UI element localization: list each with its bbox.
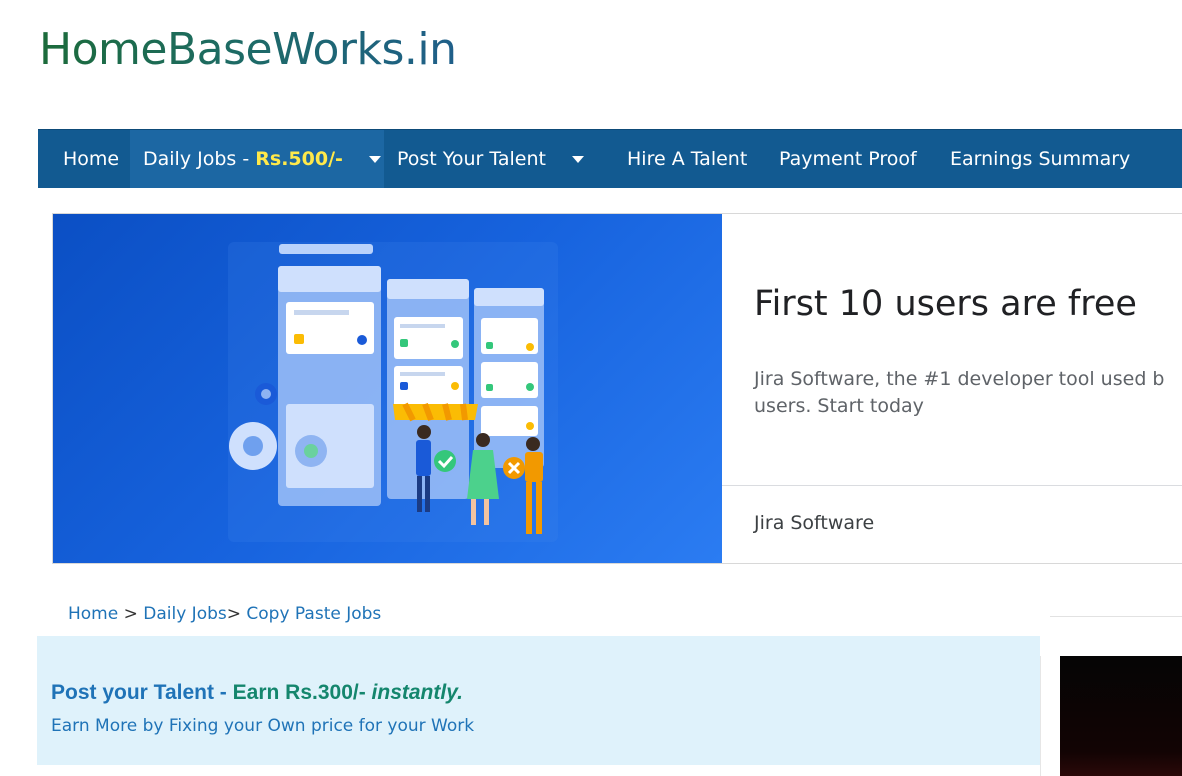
kanban-board-illustration [228, 242, 558, 542]
breadcrumb: Home > Daily Jobs> Copy Paste Jobs [68, 604, 381, 624]
nav-item-post-your-talent[interactable]: Post Your Talent [384, 130, 597, 188]
nav-item-earnings-summary[interactable]: Earnings Summary [937, 130, 1143, 188]
breadcrumb-separator: > [226, 604, 241, 624]
ad-advertiser-name[interactable]: Jira Software [754, 512, 874, 534]
promo-title-part3: instantly. [371, 681, 463, 704]
breadcrumb-separator: > [123, 604, 138, 624]
ad-divider [722, 485, 1182, 486]
nav-item-daily-jobs-label: Daily Jobs - [143, 148, 256, 170]
sidebar-video-ad[interactable] [1060, 656, 1182, 776]
ad-banner[interactable]: First 10 users are free Jira Software, t… [52, 213, 1182, 564]
breadcrumb-current-link[interactable]: Copy Paste Jobs [246, 604, 381, 624]
promo-subtitle[interactable]: Earn More by Fixing your Own price for y… [51, 716, 474, 736]
nav-item-payment-proof[interactable]: Payment Proof [766, 130, 930, 188]
chevron-down-icon[interactable] [368, 156, 381, 163]
ad-description[interactable]: Jira Software, the #1 developer tool use… [754, 366, 1182, 420]
breadcrumb-home-link[interactable]: Home [68, 604, 118, 624]
ad-headline[interactable]: First 10 users are free [754, 284, 1137, 324]
nav-item-daily-jobs[interactable]: Daily Jobs - Rs.500/- [130, 130, 384, 188]
breadcrumb-daily-jobs-link[interactable]: Daily Jobs [143, 604, 226, 624]
nav-item-hire-a-talent[interactable]: Hire A Talent [614, 130, 760, 188]
chevron-down-icon[interactable] [571, 156, 584, 163]
post-talent-promo: Post your Talent - Earn Rs.300/- instant… [37, 636, 1040, 765]
sidebar-border [1040, 656, 1041, 776]
promo-title-part1: Post your Talent - [51, 681, 233, 704]
ad-illustration[interactable] [53, 214, 722, 563]
site-title[interactable]: HomeBaseWorks.in [39, 24, 457, 75]
nav-item-post-talent-label: Post Your Talent [397, 148, 546, 170]
main-nav: Home Daily Jobs - Rs.500/- Post Your Tal… [38, 129, 1182, 188]
promo-title[interactable]: Post your Talent - Earn Rs.300/- instant… [51, 681, 463, 705]
sidebar-divider [1050, 616, 1182, 617]
nav-item-home[interactable]: Home [50, 130, 132, 188]
promo-title-part2: Earn Rs.300/- [232, 681, 372, 704]
nav-item-daily-jobs-price: Rs.500/- [255, 148, 343, 170]
